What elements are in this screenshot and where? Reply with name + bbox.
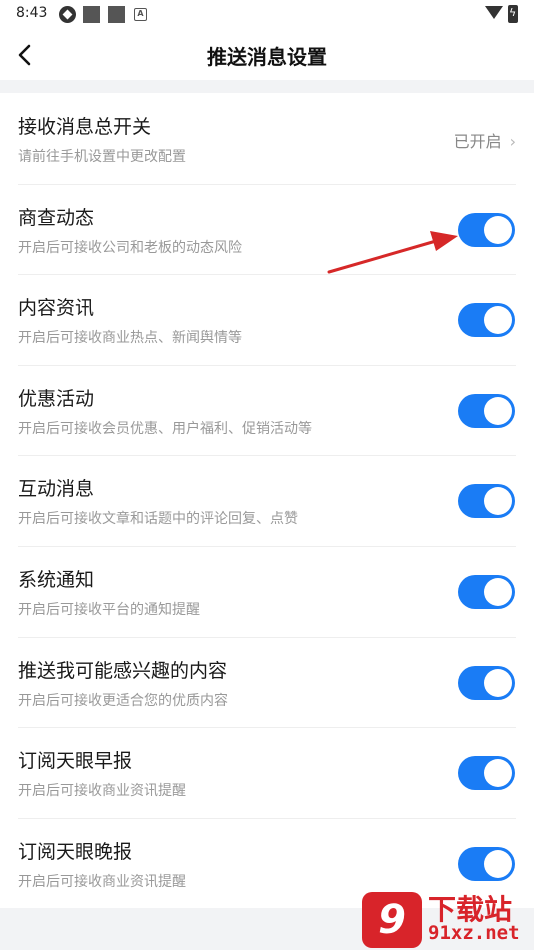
setting-row-content-news: 内容资讯 开启后可接收商业热点、新闻舆情等: [0, 274, 534, 365]
setting-title: 系统通知: [18, 568, 95, 591]
toggle-switch[interactable]: [458, 574, 515, 609]
toggle-knob: [484, 668, 512, 697]
toggle-knob: [484, 306, 512, 335]
setting-title: 互动消息: [18, 478, 95, 501]
watermark: 9 下载站 91xz.net: [362, 888, 534, 950]
setting-row-recommended-content: 推送我可能感兴趣的内容 开启后可接收更适合您的优质内容: [0, 636, 534, 728]
toggle-knob: [484, 849, 512, 878]
setting-description: 开启后可接收商业资讯提醒: [18, 783, 186, 800]
setting-description: 开启后可接收更适合您的优质内容: [18, 692, 228, 709]
header-bar: 推送消息设置: [0, 30, 534, 80]
toggle-switch[interactable]: [458, 484, 515, 519]
toggle-switch[interactable]: [458, 303, 515, 338]
setting-row-interactions: 互动消息 开启后可接收文章和话题中的评论回复、点赞: [0, 455, 534, 546]
toggle-switch[interactable]: [458, 393, 515, 428]
setting-title: 内容资讯: [18, 297, 95, 320]
setting-description: 开启后可接收商业资讯提醒: [18, 873, 186, 890]
setting-title: 订阅天眼晚报: [18, 840, 133, 863]
a-icon: A: [134, 8, 147, 21]
setting-row-master-switch[interactable]: 接收消息总开关 请前往手机设置中更改配置 已开启 ›: [0, 93, 534, 184]
toggle-switch[interactable]: [458, 212, 515, 247]
square-icon: [108, 6, 125, 23]
status-value[interactable]: 已开启 ›: [454, 128, 516, 152]
status-time: 8:43: [16, 5, 48, 21]
watermark-domain: 91xz.net: [428, 922, 520, 944]
setting-description: 请前往手机设置中更改配置: [18, 149, 186, 165]
page-title: 推送消息设置: [207, 45, 327, 69]
setting-description: 开启后可接收会员优惠、用户福利、促销活动等: [18, 420, 312, 437]
gear-icon: [59, 6, 76, 23]
settings-list: 接收消息总开关 请前往手机设置中更改配置 已开启 › 商查动态 开启后可接收公司和…: [0, 93, 534, 908]
setting-title: 商查动态: [18, 206, 95, 229]
setting-description: 开启后可接收公司和老板的动态风险: [18, 239, 242, 256]
toggle-knob: [484, 759, 512, 788]
toggle-knob: [484, 396, 512, 425]
battery-charging-icon: [508, 5, 518, 23]
toggle-knob: [484, 215, 512, 244]
setting-title: 推送我可能感兴趣的内容: [18, 659, 228, 682]
square-icon: [83, 6, 100, 23]
setting-row-morning-report: 订阅天眼早报 开启后可接收商业资讯提醒: [0, 727, 534, 818]
status-bar: 8:43 A: [0, 0, 534, 30]
section-separator: [0, 80, 534, 93]
chevron-right-icon: ›: [509, 132, 516, 151]
setting-row-system-notifications: 系统通知 开启后可接收平台的通知提醒: [0, 545, 534, 637]
watermark-logo: 9: [362, 892, 422, 948]
setting-title: 接收消息总开关: [18, 116, 152, 138]
setting-title: 订阅天眼早报: [18, 750, 133, 773]
toggle-knob: [484, 487, 512, 516]
toggle-switch[interactable]: [458, 665, 515, 700]
setting-description: 开启后可接收商业热点、新闻舆情等: [18, 330, 242, 347]
toggle-switch[interactable]: [458, 846, 515, 881]
setting-row-promotions: 优惠活动 开启后可接收会员优惠、用户福利、促销活动等: [0, 364, 534, 456]
toggle-knob: [484, 577, 512, 606]
wifi-icon: [485, 6, 503, 19]
status-value-text: 已开启: [453, 132, 502, 151]
toggle-switch[interactable]: [458, 756, 515, 791]
setting-description: 开启后可接收平台的通知提醒: [18, 601, 200, 618]
setting-description: 开启后可接收文章和话题中的评论回复、点赞: [18, 511, 298, 528]
setting-row-business-dynamics: 商查动态 开启后可接收公司和老板的动态风险: [0, 183, 534, 275]
setting-title: 优惠活动: [18, 387, 95, 410]
